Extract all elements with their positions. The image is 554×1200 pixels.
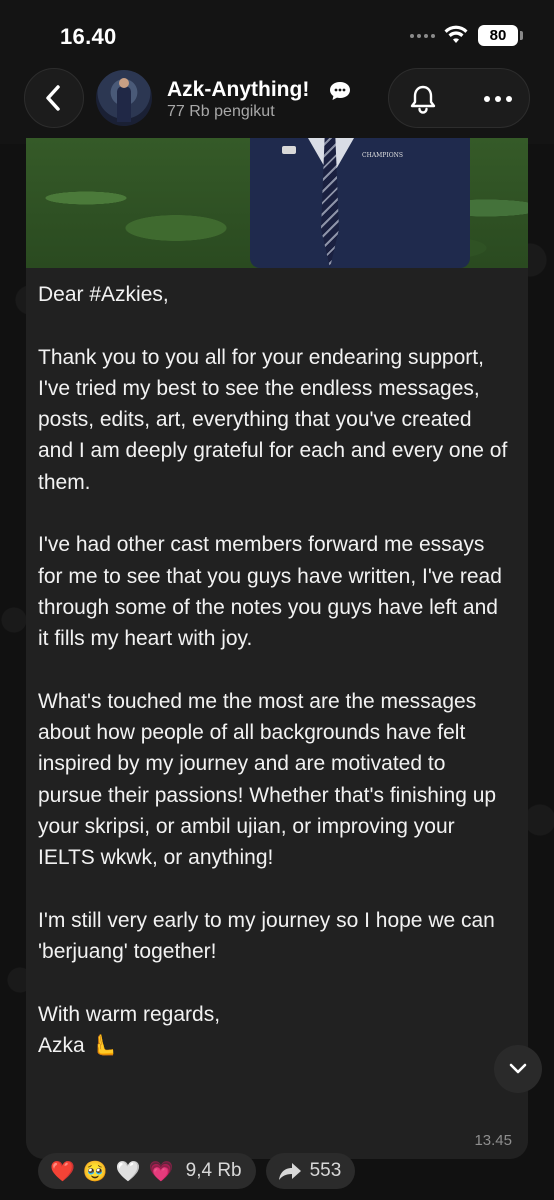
header-actions <box>388 68 530 128</box>
back-button[interactable] <box>24 68 84 128</box>
status-time: 16.40 <box>60 24 117 49</box>
reaction-count: 9,4 Rb <box>185 1160 242 1181</box>
reaction-pleading-face: 🥹 <box>82 1159 108 1183</box>
message-time: 13.45 <box>474 1132 512 1149</box>
message-text: Dear #Azkies, Thank you to you all for y… <box>38 283 508 1058</box>
reactions-button[interactable]: ❤️ 🥹 🤍 💗 9,4 Rb <box>38 1153 256 1189</box>
channel-header: Azk-Anything! 77 Rb pengikut <box>0 64 554 144</box>
chat-bubble-icon <box>330 82 350 100</box>
photo-badge: CHAMPIONS <box>362 152 403 159</box>
chevron-down-icon <box>509 1063 527 1074</box>
reactions-bar: ❤️ 🥹 🤍 💗 9,4 Rb 553 <box>38 1153 356 1189</box>
bell-icon[interactable] <box>407 83 439 115</box>
message-photo[interactable]: CHAMPIONS <box>26 138 528 268</box>
follower-count: 77 Rb pengikut <box>167 103 275 120</box>
share-arrow-icon <box>278 1163 301 1180</box>
signal-icon <box>410 34 436 40</box>
battery-level: 80 <box>478 25 518 46</box>
scroll-down-button[interactable] <box>494 1045 542 1093</box>
share-button[interactable]: 553 <box>265 1153 356 1189</box>
avatar[interactable] <box>96 70 152 126</box>
reaction-heart-pink: 💗 <box>148 1159 174 1183</box>
channel-info[interactable]: Azk-Anything! 77 Rb pengikut <box>92 66 364 130</box>
status-bar: 16.40 80 <box>0 0 554 64</box>
share-count: 553 <box>309 1160 342 1181</box>
photo-pin <box>282 146 296 154</box>
more-dots-icon[interactable] <box>481 87 515 111</box>
message-bubble: CHAMPIONS Dear #Azkies, Thank you to you… <box>26 138 528 1159</box>
photo-person <box>250 138 470 268</box>
reaction-heart-red: ❤️ <box>50 1159 75 1183</box>
battery-cap <box>520 31 523 40</box>
channel-name: Azk-Anything! <box>167 78 310 101</box>
back-arrow-icon <box>46 85 60 111</box>
wifi-icon <box>444 25 468 43</box>
reaction-heart-white: 🤍 <box>115 1159 141 1183</box>
